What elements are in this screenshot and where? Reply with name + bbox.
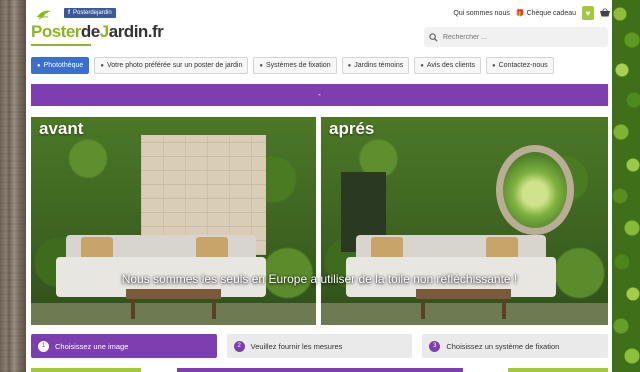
nav-item-jardins-temoins[interactable]: ● Jardins témoins <box>341 57 410 74</box>
nav-bullet-icon: ● <box>100 63 104 69</box>
gift-icon: 🎁 <box>515 10 525 17</box>
garden-table <box>416 289 511 299</box>
logo-part-poster: Poster <box>31 22 81 41</box>
banner-caption: Nous sommes les seuls en Europe a utilis… <box>121 272 518 286</box>
side-decoration-left <box>0 0 26 372</box>
before-photo: avant <box>31 117 316 325</box>
nav-bullet-icon: ● <box>347 63 352 69</box>
bottom-strip-right <box>508 368 608 372</box>
basket-icon[interactable] <box>600 7 610 19</box>
order-steps: 1 Choisissez une image 2 Veuillez fourni… <box>31 334 609 358</box>
step-measurements[interactable]: 2 Veuillez fournir les mesures <box>226 334 413 358</box>
nav-item-votre-photo[interactable]: ● Votre photo préférée sur un poster de j… <box>94 57 249 74</box>
step-label: Veuillez fournir les mesures <box>250 341 343 351</box>
search-input[interactable] <box>443 33 593 41</box>
search-icon[interactable] <box>429 32 438 42</box>
bottom-strip-left <box>31 368 141 372</box>
heart-icon: ♥ <box>585 8 591 18</box>
gift-card-label: Chèque cadeau <box>526 9 576 17</box>
promo-bar: - <box>31 84 608 106</box>
before-after-banner[interactable]: avant aprés Nous sommes les seuls en Eur… <box>31 117 608 325</box>
step-number: 3 <box>429 340 441 352</box>
facebook-badge[interactable]: f Posterdejardin <box>64 8 116 18</box>
nav-bullet-icon: ● <box>420 63 424 69</box>
nav-item-label: Avis des clients <box>426 62 475 69</box>
nav-item-avis-clients[interactable]: ● Avis des clients <box>414 57 481 74</box>
nav-bullet-icon: ● <box>37 63 41 69</box>
top-links: Qui sommes nous 🎁 Chèque cadeau ♥ <box>453 5 610 21</box>
facebook-badge-label: Posterdejardin <box>73 10 112 16</box>
logo-part-ardin: ardin.fr <box>108 22 164 41</box>
garden-poster-moon-gate <box>496 145 574 235</box>
facebook-icon: f <box>68 10 70 16</box>
after-label: aprés <box>329 119 375 138</box>
step-number: 1 <box>38 340 49 352</box>
before-label: avant <box>39 119 84 138</box>
search-box <box>424 27 608 47</box>
nav-item-label: Contactez-nous <box>498 62 548 69</box>
nav-bullet-icon: ● <box>492 63 496 69</box>
nav-item-label: Systèmes de fixation <box>266 62 331 69</box>
logo-part-j: J <box>99 22 109 41</box>
step-fixation-system[interactable]: 3 Choisissez un système de fixation <box>422 334 609 358</box>
bird-logo-icon <box>37 10 51 20</box>
page: f Posterdejardin PosterdeJardin.fr Qui so… <box>26 0 612 372</box>
wishlist-button[interactable]: ♥ <box>582 6 594 20</box>
side-decoration-right <box>612 0 640 372</box>
gift-card-link[interactable]: 🎁 Chèque cadeau <box>515 9 576 18</box>
nav-item-label: Jardins témoins <box>354 62 404 69</box>
nav-item-phototheque[interactable]: ● Photothèque <box>31 57 90 74</box>
logo-underline <box>31 44 91 46</box>
garden-table <box>126 289 221 299</box>
step-label: Choisissez une image <box>55 341 129 351</box>
nav-bullet-icon: ● <box>259 63 263 69</box>
after-photo: aprés <box>321 117 608 325</box>
step-choose-image[interactable]: 1 Choisissez une image <box>31 334 217 358</box>
nav-item-fixation[interactable]: ● Systèmes de fixation <box>253 57 337 74</box>
step-label: Choisissez un système de fixation <box>446 341 560 351</box>
about-link[interactable]: Qui sommes nous <box>453 10 509 17</box>
nav-item-label: Photothèque <box>43 62 84 69</box>
nav-item-label: Votre photo préférée sur un poster de ja… <box>106 62 243 69</box>
site-logo[interactable]: PosterdeJardin.fr <box>31 22 164 42</box>
bottom-strip-center <box>177 368 463 372</box>
main-nav: ● Photothèque ● Votre photo préférée sur u… <box>31 57 554 74</box>
basket-svg <box>600 7 610 16</box>
nav-item-contact[interactable]: ● Contactez-nous <box>486 57 554 74</box>
logo-part-de: de <box>80 22 100 41</box>
step-number: 2 <box>233 340 245 352</box>
